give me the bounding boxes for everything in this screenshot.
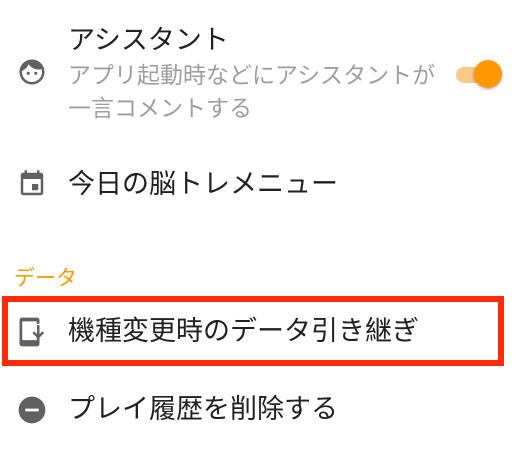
face-icon: [16, 56, 48, 88]
delete-history-row[interactable]: プレイ履歴を削除する: [0, 380, 516, 440]
assistant-summary: アプリ起動時などにアシスタントが一言コメントする: [68, 63, 436, 122]
data-section-header: データ: [14, 266, 77, 290]
device-migration-row[interactable]: 機種変更時のデータ引き継ぎ: [0, 300, 516, 364]
delete-history-title: プレイ履歴を削除する: [68, 394, 338, 425]
phone-download-icon: [16, 316, 48, 348]
assistant-setting-row[interactable]: アシスタント アプリ起動時などにアシスタントが一言コメントする: [0, 0, 516, 140]
toggle-thumb: [474, 60, 502, 88]
remove-circle-icon: [16, 394, 48, 426]
assistant-title: アシスタント: [68, 25, 229, 56]
today-menu-title: 今日の脳トレメニュー: [68, 169, 338, 200]
calendar-icon: [16, 168, 48, 200]
today-menu-row[interactable]: 今日の脳トレメニュー: [0, 150, 516, 220]
device-migration-title: 機種変更時のデータ引き継ぎ: [68, 316, 419, 347]
assistant-toggle[interactable]: [456, 60, 502, 90]
